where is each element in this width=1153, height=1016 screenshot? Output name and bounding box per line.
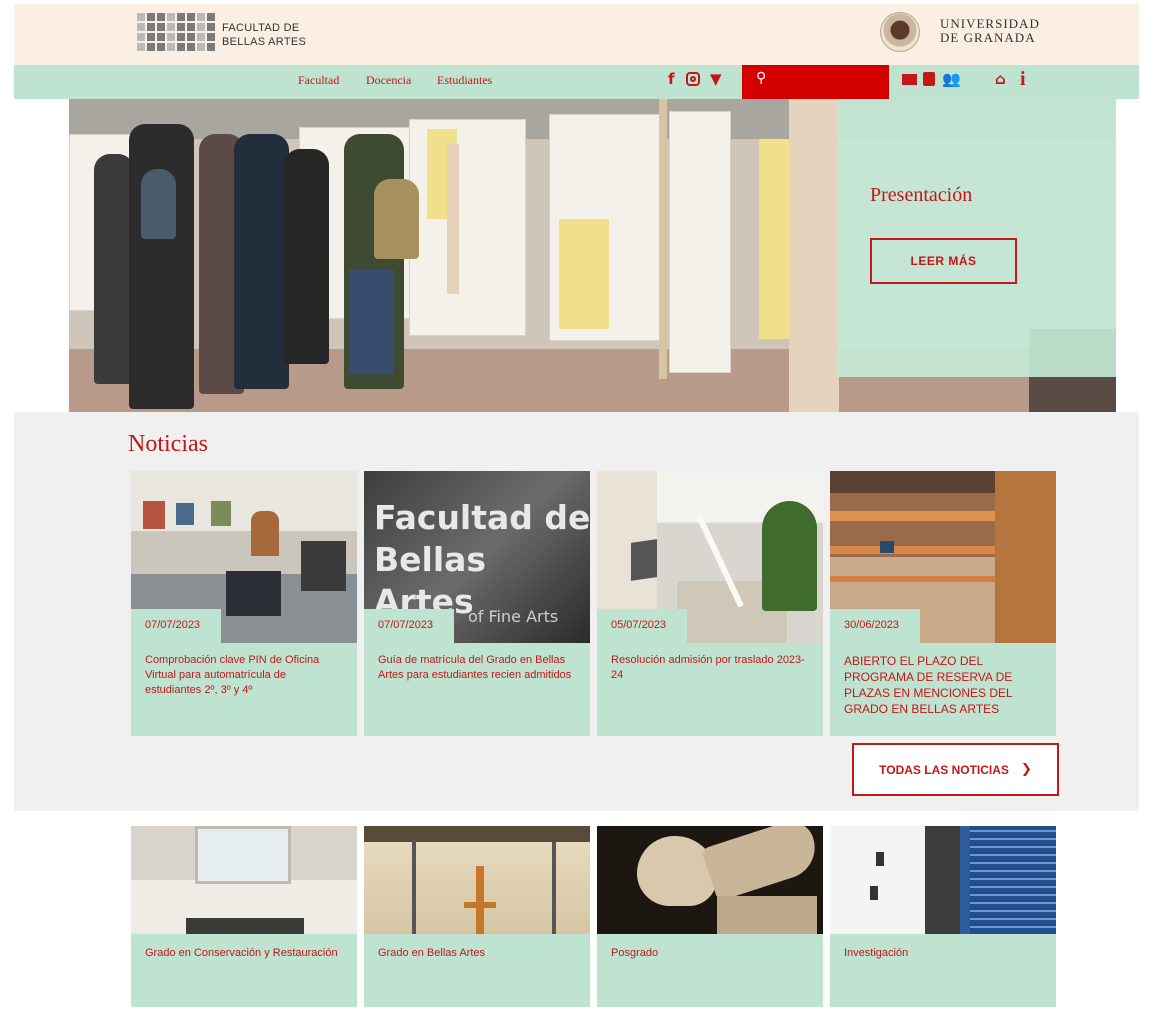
logo-cell (187, 43, 195, 51)
network-icon[interactable]: ⌂ (995, 70, 1006, 88)
mail-icon[interactable] (902, 74, 917, 85)
university-name[interactable]: UNIVERSIDAD DE GRANADA (940, 17, 1050, 45)
logo-cell (187, 13, 195, 21)
news-date: 07/07/2023 (131, 609, 221, 643)
program-image (131, 826, 357, 934)
program-title[interactable]: Grado en Bellas Artes (378, 945, 574, 961)
program-tile[interactable]: Posgrado (597, 826, 823, 1007)
nav-link-facultad[interactable]: Facultad (298, 73, 339, 88)
logo-cell (197, 23, 205, 31)
main-nav (14, 65, 1139, 99)
program-image (597, 826, 823, 934)
nav-link-estudiantes[interactable]: Estudiantes (437, 73, 492, 88)
logo-cell (157, 13, 165, 21)
calendar-icon[interactable] (923, 72, 935, 86)
logo-cell (197, 43, 205, 51)
logo-cell (147, 13, 155, 21)
read-more-button[interactable]: LEER MÁS (870, 238, 1017, 284)
program-tile[interactable]: Investigación (830, 826, 1056, 1007)
news-image-text: Facultad de Bellas Artes (374, 498, 590, 621)
nav-link-docencia[interactable]: Docencia (366, 73, 411, 88)
logo-cell (197, 13, 205, 21)
university-seal-icon[interactable] (880, 12, 920, 52)
logo-cell (157, 43, 165, 51)
logo-cell (177, 43, 185, 51)
logo-cell (187, 23, 195, 31)
logo-cell (187, 33, 195, 41)
news-image-subtext: of Fine Arts (468, 607, 559, 626)
program-tile[interactable]: Grado en Conservación y Restauración (131, 826, 357, 1007)
news-title[interactable]: Resolución admisión por traslado 2023-24 (611, 653, 807, 683)
news-title[interactable]: Comprobación clave PIN de Oficina Virtua… (145, 653, 341, 698)
twitter-icon[interactable]: ▼ (710, 70, 722, 88)
news-date: 30/06/2023 (830, 609, 920, 643)
program-title[interactable]: Investigación (844, 945, 1040, 961)
all-news-button[interactable]: TODAS LAS NOTICIAS ❯ (852, 743, 1059, 796)
search-icon[interactable]: ⚲ (756, 70, 766, 86)
facebook-icon[interactable]: f (668, 70, 675, 88)
news-card[interactable]: 05/07/2023 Resolución admisión por trasl… (597, 471, 823, 736)
news-title[interactable]: Guía de matrícula del Grado en Bellas Ar… (378, 653, 574, 683)
program-image (830, 826, 1056, 934)
faculty-logo-icon[interactable] (137, 13, 215, 51)
info-icon[interactable]: i (1020, 68, 1026, 91)
logo-cell (167, 33, 175, 41)
news-card[interactable]: 30/06/2023 ABIERTO EL PLAZO DEL PROGRAMA… (830, 471, 1056, 736)
news-title[interactable]: ABIERTO EL PLAZO DEL PROGRAMA DE RESERVA… (844, 653, 1040, 717)
logo-cell (137, 33, 145, 41)
logo-cell (207, 23, 215, 31)
news-heading: Noticias (128, 431, 208, 457)
logo-cell (207, 43, 215, 51)
logo-cell (137, 13, 145, 21)
logo-cell (177, 23, 185, 31)
news-card[interactable]: 07/07/2023 Comprobación clave PIN de Ofi… (131, 471, 357, 736)
logo-cell (177, 33, 185, 41)
logo-cell (197, 33, 205, 41)
logo-cell (137, 23, 145, 31)
chevron-right-icon: ❯ (1020, 762, 1032, 777)
hero-title: Presentación (870, 184, 973, 206)
news-card[interactable]: Facultad de Bellas Artes of Fine Arts 07… (364, 471, 590, 736)
logo-cell (207, 33, 215, 41)
logo-cell (157, 33, 165, 41)
logo-cell (147, 33, 155, 41)
logo-cell (167, 23, 175, 31)
program-image (364, 826, 590, 934)
logo-cell (207, 13, 215, 21)
logo-cell (147, 43, 155, 51)
instagram-icon[interactable] (686, 72, 700, 86)
users-icon[interactable]: 👥 (942, 70, 961, 88)
program-tile[interactable]: Grado en Bellas Artes (364, 826, 590, 1007)
news-date: 07/07/2023 (364, 609, 454, 643)
program-title[interactable]: Posgrado (611, 945, 807, 961)
faculty-name[interactable]: FACULTAD DE BELLAS ARTES (222, 21, 332, 49)
logo-cell (167, 43, 175, 51)
logo-cell (157, 23, 165, 31)
program-title[interactable]: Grado en Conservación y Restauración (145, 945, 341, 961)
all-news-label: TODAS LAS NOTICIAS (879, 762, 1009, 777)
logo-cell (137, 43, 145, 51)
logo-cell (167, 13, 175, 21)
news-date: 05/07/2023 (597, 609, 687, 643)
logo-cell (177, 13, 185, 21)
logo-cell (147, 23, 155, 31)
